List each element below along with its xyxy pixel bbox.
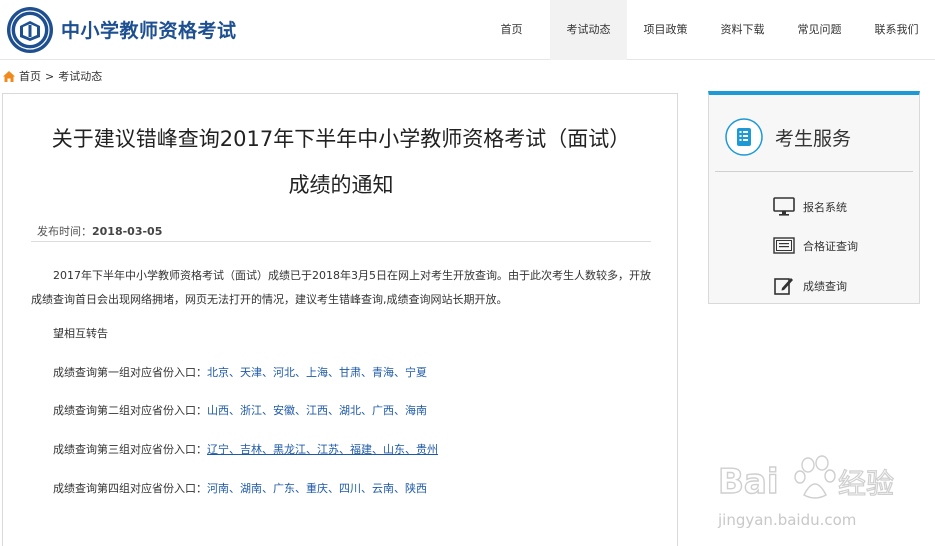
publish-info: 发布时间：2018-03-05 [37, 223, 162, 239]
home-icon [3, 70, 15, 82]
group-line-1: 成绩查询第一组对应省份入口：北京、天津、河北、上海、甘肃、青海、宁夏 [53, 364, 427, 380]
breadcrumb: 首页 > 考试动态 [2, 67, 102, 85]
service-book-icon [725, 118, 763, 156]
breadcrumb-separator: > [45, 69, 55, 83]
watermark-brand: Bai [718, 462, 779, 502]
group-label: 成绩查询第一组对应省份入口： [53, 366, 207, 379]
article-title: 关于建议错峰查询2017年下半年中小学教师资格考试（面试） 成绩的通知 [17, 116, 665, 208]
candidate-service-panel: 考生服务 报名系统 合格证查询 成绩查询 [708, 91, 920, 304]
nav-policy[interactable]: 项目政策 [627, 0, 704, 60]
publish-date: 2018-03-05 [92, 225, 163, 238]
group-line-3: 成绩查询第三组对应省份入口：辽宁、吉林、黑龙江、江苏、福建、山东、贵州 [53, 441, 438, 457]
main-nav: 首页 考试动态 项目政策 资料下载 常见问题 联系我们 [473, 0, 935, 60]
watermark-url: jingyan.baidu.com [717, 511, 856, 529]
article-panel: 关于建议错峰查询2017年下半年中小学教师资格考试（面试） 成绩的通知 发布时间… [2, 93, 678, 546]
exam-seal-logo[interactable] [6, 6, 54, 54]
service-item-label: 合格证查询 [803, 240, 858, 253]
service-item-label: 报名系统 [803, 201, 847, 214]
site-header: 中小学教师资格考试 首页 考试动态 项目政策 资料下载 常见问题 联系我们 [0, 0, 935, 60]
service-score-link[interactable]: 成绩查询 [773, 274, 847, 298]
service-item-label: 成绩查询 [803, 280, 847, 293]
certificate-icon [773, 237, 795, 254]
edit-icon [774, 278, 793, 295]
nav-contact[interactable]: 联系我们 [858, 0, 935, 60]
service-registration-link[interactable]: 报名系统 [773, 195, 847, 219]
title-divider [31, 241, 651, 242]
watermark-tail: 经验 [838, 467, 894, 500]
site-title[interactable]: 中小学教师资格考试 [61, 16, 237, 43]
group-link-4[interactable]: 河南、湖南、广东、重庆、四川、云南、陕西 [207, 482, 427, 495]
service-title: 考生服务 [775, 127, 852, 150]
service-header: 考生服务 [725, 117, 851, 157]
service-certificate-link[interactable]: 合格证查询 [773, 234, 858, 258]
group-line-2: 成绩查询第二组对应省份入口：山西、浙江、安徽、江西、湖北、广西、海南 [53, 402, 427, 418]
group-label: 成绩查询第二组对应省份入口： [53, 404, 207, 417]
nav-home[interactable]: 首页 [473, 0, 550, 60]
nav-downloads[interactable]: 资料下载 [704, 0, 781, 60]
nav-exam-news[interactable]: 考试动态 [550, 0, 627, 60]
group-link-3[interactable]: 辽宁、吉林、黑龙江、江苏、福建、山东、贵州 [207, 443, 438, 456]
group-link-1[interactable]: 北京、天津、河北、上海、甘肃、青海、宁夏 [207, 366, 427, 379]
publish-label: 发布时间： [37, 225, 92, 238]
article-paragraph: 2017年下半年中小学教师资格考试（面试）成绩已于2018年3月5日在网上对考生… [31, 269, 651, 306]
notice-text: 望相互转告 [53, 327, 108, 340]
service-divider [715, 171, 913, 172]
group-label: 成绩查询第三组对应省份入口： [53, 443, 207, 456]
group-label: 成绩查询第四组对应省份入口： [53, 482, 207, 495]
group-link-2[interactable]: 山西、浙江、安徽、江西、湖北、广西、海南 [207, 404, 427, 417]
monitor-icon [773, 197, 795, 216]
article-title-line-1: 关于建议错峰查询2017年下半年中小学教师资格考试（面试） [51, 127, 631, 151]
nav-faq[interactable]: 常见问题 [781, 0, 858, 60]
group-line-4: 成绩查询第四组对应省份入口：河南、湖南、广东、重庆、四川、云南、陕西 [53, 480, 427, 496]
breadcrumb-home[interactable]: 首页 [19, 68, 41, 84]
breadcrumb-current[interactable]: 考试动态 [58, 68, 102, 84]
baidu-jingyan-watermark: Bai 经验 jingyan.baidu.com [717, 455, 895, 529]
paw-icon [794, 455, 836, 499]
article-title-line-2: 成绩的通知 [288, 173, 394, 197]
